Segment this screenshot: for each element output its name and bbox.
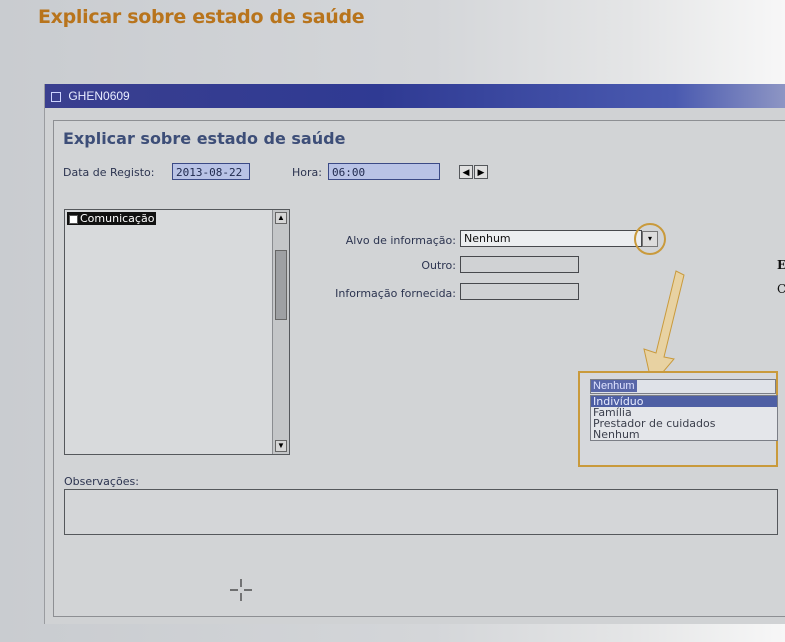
crosshair-icon <box>230 579 252 601</box>
informacao-label: Informação fornecida: <box>335 287 456 300</box>
dropdown-options: Indivíduo Família Prestador de cuidados … <box>590 395 778 441</box>
dropdown-selected[interactable]: Nenhum <box>590 379 776 394</box>
hora-field[interactable]: 06:00 <box>328 163 440 180</box>
side-text-1: E <box>777 258 785 272</box>
hora-label: Hora: <box>292 166 322 179</box>
previous-button[interactable]: ◀ <box>459 165 473 179</box>
form-title: Explicar sobre estado de saúde <box>63 129 346 148</box>
tree-item-comunicacao[interactable]: Comunicação <box>67 212 157 225</box>
scroll-up-icon[interactable]: ▲ <box>275 212 287 224</box>
informacao-field[interactable] <box>460 283 579 300</box>
category-tree: Comunicação ▲ ▼ <box>64 209 290 455</box>
outro-label: Outro: <box>421 259 456 272</box>
app-window: GHEN0609 Explicar sobre estado de saúde … <box>44 84 785 624</box>
tree-scrollbar[interactable]: ▲ ▼ <box>272 210 289 454</box>
next-arrow-icon: ▶ <box>477 167 485 177</box>
observacoes-field[interactable] <box>64 489 778 535</box>
tree-item-label: Comunicação <box>80 212 155 225</box>
alvo-label: Alvo de informação: <box>345 234 456 247</box>
form-panel: Explicar sobre estado de saúde Data de R… <box>53 120 785 617</box>
window-titlebar: GHEN0609 <box>45 84 785 108</box>
alvo-select[interactable]: Nenhum <box>460 230 642 247</box>
slide-title: Explicar sobre estado de saúde <box>38 6 365 28</box>
data-registo-field[interactable]: 2013-08-22 <box>172 163 250 180</box>
window-title: GHEN0609 <box>68 89 130 103</box>
dropdown-selected-label: Nenhum <box>591 380 637 392</box>
outro-field[interactable] <box>460 256 579 273</box>
observacoes-label: Observações: <box>64 475 139 488</box>
side-text-2: C <box>777 282 785 296</box>
scroll-down-icon[interactable]: ▼ <box>275 440 287 452</box>
callout-arrow <box>643 270 685 387</box>
highlight-circle <box>634 223 666 255</box>
previous-arrow-icon: ◀ <box>462 167 470 177</box>
scroll-thumb[interactable] <box>275 250 287 320</box>
dropdown-option[interactable]: Nenhum <box>591 429 777 440</box>
dropdown-list: Nenhum Indivíduo Família Prestador de cu… <box>578 371 778 467</box>
tree-checkbox-icon[interactable] <box>69 214 78 224</box>
window-menu-icon[interactable] <box>51 91 61 102</box>
next-button[interactable]: ▶ <box>474 165 488 179</box>
data-registo-label: Data de Registo: <box>63 166 155 179</box>
